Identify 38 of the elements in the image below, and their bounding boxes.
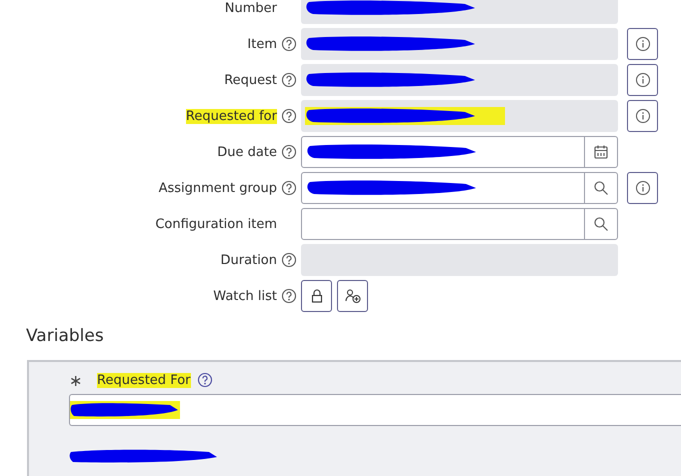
help-icon[interactable] <box>281 144 297 160</box>
field-label: Due date <box>217 144 277 160</box>
info-icon <box>634 180 650 196</box>
input-field[interactable] <box>301 172 618 204</box>
add-user-button[interactable] <box>337 280 368 312</box>
field-label: Requested for <box>186 108 277 124</box>
field-label: Item <box>247 36 277 52</box>
section-heading: Variables <box>26 326 105 348</box>
info-button[interactable] <box>627 28 658 60</box>
help-icon[interactable] <box>281 72 297 88</box>
field-label: Assignment group <box>158 180 277 196</box>
required-icon: ∗ <box>69 370 91 390</box>
field-label: Duration <box>220 252 277 268</box>
field-label: Watch list <box>213 288 277 304</box>
help-icon[interactable] <box>281 180 297 196</box>
input-field[interactable] <box>69 394 681 426</box>
info-button[interactable] <box>627 100 658 132</box>
input-field[interactable] <box>301 136 618 168</box>
help-icon[interactable] <box>281 252 297 268</box>
help-icon[interactable] <box>281 108 297 124</box>
field-label: Request <box>224 72 277 88</box>
info-button[interactable] <box>627 64 658 96</box>
field-label: Requested For <box>97 372 191 388</box>
info-icon <box>634 36 650 52</box>
info-icon <box>634 72 650 88</box>
field-label: Configuration item <box>155 216 277 232</box>
info-button[interactable] <box>627 172 658 204</box>
lock-button[interactable] <box>301 280 332 312</box>
help-icon[interactable] <box>281 288 297 304</box>
help-icon[interactable] <box>281 36 297 52</box>
calendar-icon <box>593 144 609 160</box>
help-icon[interactable] <box>196 372 213 388</box>
search-icon <box>593 216 609 232</box>
info-icon <box>634 108 650 124</box>
input-field[interactable] <box>301 208 618 240</box>
field-label: Number <box>224 0 277 16</box>
add-user-icon <box>344 288 362 304</box>
search-icon <box>593 180 609 196</box>
